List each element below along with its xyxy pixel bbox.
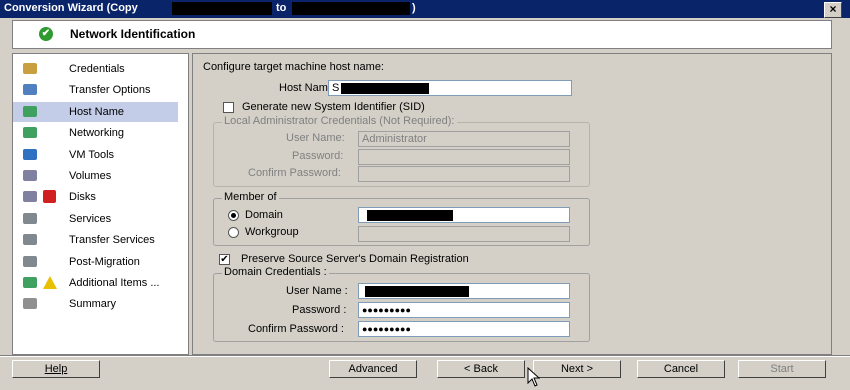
help-button[interactable]: Help <box>12 360 100 378</box>
wizard-steps: Credentials Transfer Options Host Name Netw… <box>12 53 189 355</box>
nav-item[interactable]: Host Name <box>13 101 178 122</box>
nav-item[interactable]: Summary <box>13 294 178 314</box>
nav-item[interactable]: Credentials <box>13 59 178 79</box>
preserve-domain-checkbox[interactable]: ✔ <box>219 254 230 265</box>
window-title-suffix: ) <box>412 2 416 14</box>
nav-item[interactable]: Disks <box>13 187 178 207</box>
nav-item[interactable]: Services <box>13 209 178 229</box>
help-button-label: Help <box>44 363 68 375</box>
dc-confirm-password-label: Confirm Password : <box>248 323 344 335</box>
post-migration-icon <box>23 255 37 267</box>
window-title: Conversion Wizard (Copy <box>4 2 138 14</box>
check-icon: ✔ <box>39 27 53 41</box>
nav-item-label: Transfer Options <box>69 84 151 97</box>
redacted-text <box>341 83 429 94</box>
summary-icon <box>23 298 37 310</box>
local-admin-legend: Local Administrator Credentials (Not Req… <box>222 115 457 127</box>
redacted-text <box>172 2 272 15</box>
domain-label: Domain <box>245 209 283 221</box>
domain-credentials-group: Domain Credentials : User Name : Passwor… <box>213 266 590 342</box>
error-icon <box>43 190 56 204</box>
dc-password-label: Password : <box>292 304 347 316</box>
transfer-services-icon <box>23 234 37 246</box>
domain-radio[interactable] <box>228 210 239 221</box>
nav-item-label: Services <box>69 212 112 225</box>
advanced-button[interactable]: Advanced <box>329 360 417 378</box>
domain-input[interactable] <box>358 207 570 223</box>
dc-confirm-password-input[interactable]: ●●●●●●●●● <box>358 321 570 337</box>
window-title-mid: to <box>276 2 287 14</box>
confirm-password-label: Confirm Password: <box>248 167 341 179</box>
preserve-domain-label: Preserve Source Server's Domain Registra… <box>241 253 469 265</box>
generate-sid-checkbox[interactable] <box>223 102 234 113</box>
additional-items-icon <box>23 277 37 288</box>
page-header: ✔ Network Identification <box>12 20 832 49</box>
nav-item-label: Post-Migration <box>69 255 140 268</box>
close-icon: × <box>829 2 837 16</box>
redacted-text <box>367 210 453 221</box>
user-name-label: User Name: <box>286 132 345 144</box>
transfer-options-icon <box>23 84 37 96</box>
disks-icon <box>23 191 37 203</box>
nav-item[interactable]: Additional Items ... <box>13 273 178 293</box>
user-name-input[interactable]: Administrator <box>358 131 570 147</box>
workgroup-radio[interactable] <box>228 227 239 238</box>
host-name-input[interactable]: S <box>328 80 572 96</box>
host-name-icon <box>23 105 37 117</box>
member-of-group: Member of Domain Workgroup <box>213 191 590 246</box>
nav-item-label: VM Tools <box>69 148 115 161</box>
nav-item-label: Summary <box>69 298 117 311</box>
local-admin-group: Local Administrator Credentials (Not Req… <box>213 115 590 187</box>
next-button-label: Next > <box>560 363 594 375</box>
nav-item-label: Networking <box>69 127 125 140</box>
services-icon <box>23 212 37 224</box>
mouse-cursor-icon <box>527 367 541 387</box>
nav-item-label: Disks <box>69 191 96 204</box>
button-bar-divider <box>0 355 850 357</box>
nav-item[interactable]: Volumes <box>13 166 178 186</box>
nav-item[interactable]: Post-Migration <box>13 252 178 272</box>
workgroup-label: Workgroup <box>245 226 299 238</box>
redacted-text <box>365 286 469 297</box>
start-button[interactable]: Start <box>738 360 826 378</box>
advanced-button-label: Advanced <box>348 363 398 375</box>
nav-item-label: Transfer Services <box>69 234 155 247</box>
page-title: Network Identification <box>70 27 196 41</box>
nav-item-label: Additional Items ... <box>69 277 160 289</box>
workgroup-input[interactable] <box>358 226 570 242</box>
next-button[interactable]: Next > <box>533 360 621 378</box>
password-label: Password: <box>292 150 344 162</box>
host-name-panel: Configure target machine host name: Host… <box>192 53 832 355</box>
nav-item-label: Host Name <box>69 105 125 118</box>
nav-item-label: Volumes <box>69 170 112 182</box>
password-input[interactable] <box>358 149 570 165</box>
cancel-button[interactable]: Cancel <box>637 360 725 378</box>
nav-item[interactable]: Transfer Options <box>13 80 178 100</box>
close-button[interactable]: × <box>824 2 842 18</box>
host-name-value: S <box>332 82 340 94</box>
dc-user-name-input[interactable] <box>358 283 570 299</box>
back-button-label: < Back <box>464 363 498 375</box>
volumes-icon <box>23 170 37 181</box>
credentials-icon <box>23 63 37 74</box>
generate-sid-label: Generate new System Identifier (SID) <box>242 101 425 113</box>
warning-icon <box>43 276 57 289</box>
redacted-text <box>292 2 410 15</box>
nav-item[interactable]: Networking <box>13 123 178 143</box>
dc-password-input[interactable]: ●●●●●●●●● <box>358 302 570 318</box>
member-of-legend: Member of <box>222 191 279 203</box>
networking-icon <box>23 127 37 139</box>
cancel-button-label: Cancel <box>663 363 699 375</box>
nav-item[interactable]: Transfer Services <box>13 230 178 250</box>
domain-credentials-legend: Domain Credentials : <box>222 266 329 278</box>
start-button-label: Start <box>770 363 794 375</box>
nav-item[interactable]: VM Tools <box>13 145 178 165</box>
vm-tools-icon <box>23 148 37 160</box>
confirm-password-input[interactable] <box>358 166 570 182</box>
back-button[interactable]: < Back <box>437 360 525 378</box>
panel-heading: Configure target machine host name: <box>203 61 384 73</box>
title-bar: Conversion Wizard (Copy to ) × <box>0 0 850 18</box>
nav-item-label: Credentials <box>69 63 125 75</box>
dc-user-name-label: User Name : <box>286 285 348 297</box>
